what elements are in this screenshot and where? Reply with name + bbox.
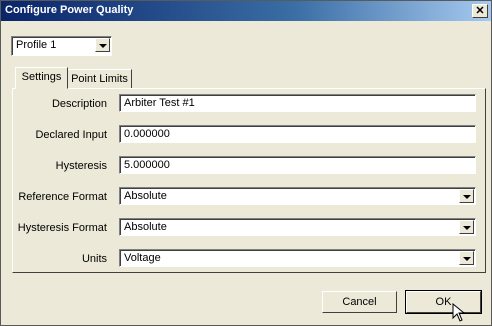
chevron-down-icon[interactable] (459, 251, 474, 265)
tab-point-limits-label: Point Limits (71, 73, 128, 85)
chevron-down-icon[interactable] (95, 38, 110, 52)
cancel-button-label: Cancel (342, 296, 377, 308)
ok-button-label: OK (435, 296, 452, 308)
chevron-down-icon[interactable] (459, 189, 474, 203)
units-select[interactable]: Voltage (119, 249, 476, 267)
title-bar[interactable]: Configure Power Quality ✕ (1, 1, 491, 21)
description-field[interactable]: Arbiter Test #1 (119, 94, 476, 112)
profile-selected-value: Profile 1 (16, 39, 57, 51)
ok-button[interactable]: OK (405, 290, 482, 314)
declared-input-value: 0.000000 (124, 128, 170, 140)
description-value: Arbiter Test #1 (124, 97, 195, 109)
profile-dropdown[interactable]: Profile 1 (11, 36, 112, 56)
mouse-cursor-icon (452, 303, 466, 322)
tab-point-limits[interactable]: Point Limits (67, 69, 132, 89)
tab-settings-label: Settings (21, 71, 62, 83)
tab-settings[interactable]: Settings (15, 67, 68, 89)
close-icon: ✕ (475, 5, 485, 17)
units-label: Units (81, 253, 107, 265)
hysteresis-value: 5.000000 (124, 159, 170, 171)
hysteresis-format-value: Absolute (124, 221, 167, 233)
reference-format-select[interactable]: Absolute (119, 187, 476, 205)
hysteresis-field[interactable]: 5.000000 (119, 156, 476, 174)
declared-input-field[interactable]: 0.000000 (119, 125, 476, 143)
units-value: Voltage (124, 252, 161, 264)
reference-format-label: Reference Format (18, 191, 107, 203)
hysteresis-format-select[interactable]: Absolute (119, 218, 476, 236)
hysteresis-label: Hysteresis (55, 160, 107, 172)
chevron-down-icon[interactable] (459, 220, 474, 234)
window-title: Configure Power Quality (5, 4, 134, 16)
close-button[interactable]: ✕ (472, 4, 488, 18)
description-label: Description (51, 98, 107, 110)
configure-power-quality-dialog: Configure Power Quality ✕ Profile 1 Sett… (0, 0, 492, 326)
declared-input-label: Declared Input (35, 129, 107, 141)
cancel-button[interactable]: Cancel (322, 291, 397, 313)
reference-format-value: Absolute (124, 190, 167, 202)
hysteresis-format-label: Hysteresis Format (17, 222, 107, 234)
settings-panel (12, 88, 486, 273)
